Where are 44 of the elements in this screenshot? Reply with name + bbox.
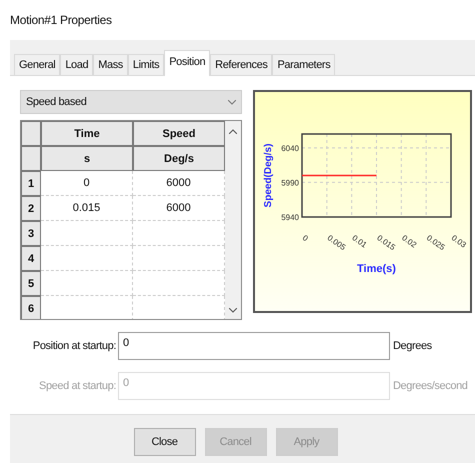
y-tick-label: 5990: [281, 178, 299, 188]
x-tick-label: 0.01: [350, 233, 368, 250]
column-header: Time: [41, 121, 133, 146]
row-number: 2: [21, 196, 41, 221]
tab[interactable]: General: [14, 54, 60, 75]
x-tick-label: 0.02: [400, 233, 418, 250]
unit-label: Degrees: [392, 340, 432, 352]
scrollbar[interactable]: [225, 121, 241, 319]
row-number: 6: [21, 296, 41, 319]
x-tick-label: 0.03: [450, 233, 468, 250]
unit-label: Degrees/second: [392, 380, 468, 392]
tab[interactable]: References: [210, 54, 272, 75]
row-number: 5: [21, 271, 41, 296]
column-header: Speed: [133, 121, 225, 146]
tab[interactable]: Limits: [128, 54, 164, 75]
dialog-button[interactable]: Close: [134, 428, 196, 456]
unit-header: Deg/s: [133, 146, 225, 171]
y-tick-label: 6040: [281, 144, 299, 153]
table-cell: 6000: [133, 171, 225, 196]
chevron-down-icon: [228, 100, 236, 104]
row-number: 4: [21, 246, 41, 271]
y-tick-label: 5940: [281, 213, 299, 222]
table-cell: 0.015: [41, 196, 133, 221]
table-cell: 6000: [133, 196, 225, 221]
table-corner: [21, 121, 41, 146]
table-corner: [21, 146, 41, 171]
tab[interactable]: Parameters: [272, 54, 336, 75]
row-number: 3: [21, 221, 41, 246]
window-title: Motion#1 Properties: [9, 12, 113, 29]
mode-dropdown[interactable]: Speed based: [20, 90, 242, 114]
y-axis-title: Speed(Deg/s): [263, 144, 274, 208]
table-cell: 0: [41, 171, 133, 196]
input-field[interactable]: 0: [118, 332, 390, 360]
x-tick-label: 0: [300, 233, 310, 244]
tab[interactable]: Load: [60, 54, 94, 75]
chevron-down-icon: [229, 308, 237, 313]
field-label: Position at startup:: [32, 340, 117, 352]
row-number: 1: [21, 171, 41, 196]
field-label: Speed at startup:: [38, 380, 117, 392]
tab[interactable]: Mass: [93, 54, 128, 75]
tab[interactable]: Position: [164, 50, 210, 76]
unit-header: s: [41, 146, 133, 171]
x-axis-title: Time(s): [357, 263, 396, 275]
chevron-up-icon: [229, 129, 237, 134]
